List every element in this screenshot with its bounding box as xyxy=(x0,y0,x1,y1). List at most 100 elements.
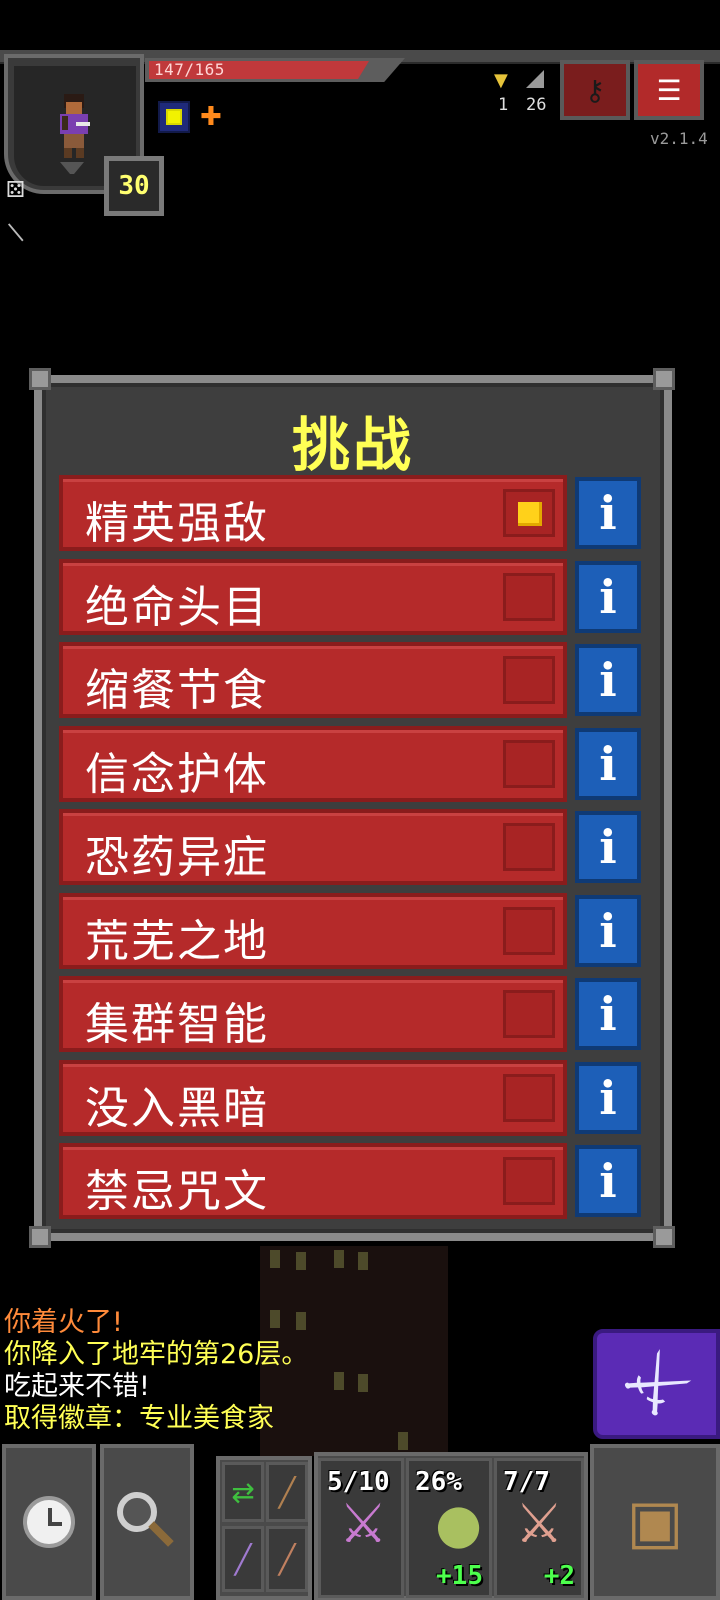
window-corner xyxy=(653,1226,675,1248)
info-button[interactable]: i xyxy=(575,895,641,967)
window-corner xyxy=(653,368,675,390)
challenge-label: 恐药异症 xyxy=(85,832,269,883)
stairs-icon xyxy=(526,70,544,88)
challenge-label: 集群智能 xyxy=(85,999,269,1050)
grass-tile xyxy=(398,1432,408,1450)
info-button[interactable]: i xyxy=(575,477,641,549)
log-line: 取得徽章：专业美食家 xyxy=(4,1403,274,1434)
log-line: 你着火了! xyxy=(4,1307,123,1338)
grass-tile xyxy=(296,1252,306,1270)
quickslot-1[interactable]: 5/10 ⚔ xyxy=(318,1458,404,1598)
backpack-icon: ▣ xyxy=(626,1487,684,1557)
window-corner xyxy=(29,368,51,390)
challenge-checkbox[interactable] xyxy=(503,1074,555,1122)
quickslot-2-bonus: +15 xyxy=(436,1561,483,1591)
quickslot-3[interactable]: 7/7 ⚔ +2 xyxy=(494,1458,584,1598)
grass-tile xyxy=(334,1250,344,1268)
challenge-label: 缩餐节食 xyxy=(85,665,269,716)
keys-count: 1 xyxy=(498,95,509,115)
clock-icon xyxy=(23,1496,75,1548)
info-icon: i xyxy=(599,486,617,540)
info-button[interactable]: i xyxy=(575,978,641,1050)
challenge-label: 没入黑暗 xyxy=(85,1083,269,1134)
backpack-button[interactable]: ▣ xyxy=(590,1444,720,1600)
search-button[interactable] xyxy=(100,1444,194,1600)
busy-indicator-icon xyxy=(60,162,84,180)
trophy-icon: ▼ xyxy=(494,70,508,91)
challenge-row[interactable]: 缩餐节食 xyxy=(59,642,567,718)
sword-icon: ⚔ xyxy=(515,1492,564,1555)
info-button[interactable]: i xyxy=(575,811,641,883)
challenge-label: 绝命头目 xyxy=(85,582,269,633)
menu-icon: ☰ xyxy=(656,73,682,107)
dice-icon[interactable]: ⚄ xyxy=(6,178,32,204)
info-icon: i xyxy=(599,653,617,707)
challenge-label: 荒芜之地 xyxy=(85,916,269,967)
window-corner xyxy=(29,1226,51,1248)
challenge-row[interactable]: 集群智能 xyxy=(59,976,567,1052)
info-button[interactable]: i xyxy=(575,1145,641,1217)
challenge-checkbox[interactable] xyxy=(503,656,555,704)
challenge-row[interactable]: 禁忌咒文 xyxy=(59,1143,567,1219)
grass-tile xyxy=(334,1372,344,1390)
info-button[interactable]: i xyxy=(575,561,641,633)
log-line: 你降入了地牢的第26层。 xyxy=(4,1339,309,1370)
info-icon: i xyxy=(599,904,617,958)
challenge-row[interactable]: 精英强敌 xyxy=(59,475,567,551)
challenge-label: 信念护体 xyxy=(85,749,269,800)
hero-sprite xyxy=(60,94,90,158)
info-icon: i xyxy=(599,987,617,1041)
wait-button[interactable] xyxy=(2,1444,96,1600)
sword-icon: ⚔ xyxy=(339,1492,388,1555)
info-icon: i xyxy=(599,1071,617,1125)
challenge-row[interactable]: 信念护体 xyxy=(59,726,567,802)
info-icon: i xyxy=(599,737,617,791)
magnifier-icon xyxy=(117,1492,177,1552)
buff-fire-icon[interactable]: ✚ xyxy=(200,104,222,130)
hp-text: 147/165 xyxy=(154,60,225,79)
version-label: v2.1.4 xyxy=(650,129,708,148)
challenge-checkbox[interactable] xyxy=(503,740,555,788)
challenge-row[interactable]: 恐药异症 xyxy=(59,809,567,885)
swap-icon[interactable]: ⇄ xyxy=(222,1462,264,1522)
window-title: 挑战 xyxy=(291,411,414,479)
buff-light-icon[interactable] xyxy=(158,101,190,133)
info-button[interactable]: i xyxy=(575,728,641,800)
log-line: 吃起来不错! xyxy=(4,1371,150,1402)
info-button[interactable]: i xyxy=(575,1062,641,1134)
challenge-row[interactable]: 绝命头目 xyxy=(59,559,567,635)
wand-icon[interactable]: ╱ xyxy=(266,1462,308,1522)
challenge-checkbox[interactable] xyxy=(503,823,555,871)
grass-tile xyxy=(270,1310,280,1328)
challenge-label: 禁忌咒文 xyxy=(85,1166,269,1217)
feather-icon[interactable]: ❘ xyxy=(0,214,34,248)
info-icon: i xyxy=(599,820,617,874)
challenge-checkbox[interactable] xyxy=(503,489,555,537)
key-icon: ⚷ xyxy=(584,73,606,107)
grass-tile xyxy=(358,1252,368,1270)
ring-icon: ● xyxy=(435,1492,483,1555)
info-icon: i xyxy=(599,570,617,624)
challenge-checkbox[interactable] xyxy=(503,1157,555,1205)
hero-level-badge: 30 xyxy=(104,156,164,216)
challenge-checkbox[interactable] xyxy=(503,907,555,955)
challenge-label: 精英强敌 xyxy=(85,498,269,549)
depth-count: 26 xyxy=(526,95,547,115)
grass-tile xyxy=(270,1250,280,1268)
info-button[interactable]: i xyxy=(575,644,641,716)
challenge-checkbox[interactable] xyxy=(503,573,555,621)
sword-icon: ⚔ xyxy=(605,1332,708,1436)
quickslot-2[interactable]: 26% ● +15 xyxy=(406,1458,492,1598)
challenge-checkbox[interactable] xyxy=(503,990,555,1038)
wand-icon[interactable]: ╱ xyxy=(266,1526,308,1592)
grass-tile xyxy=(296,1312,306,1330)
quickslot-3-bonus: +2 xyxy=(543,1561,575,1591)
staff-icon[interactable]: ╱ xyxy=(222,1526,264,1592)
challenge-row[interactable]: 荒芜之地 xyxy=(59,893,567,969)
menu-button[interactable]: ☰ xyxy=(634,60,704,120)
info-icon: i xyxy=(599,1154,617,1208)
journal-button[interactable]: ⚷ xyxy=(560,60,630,120)
challenge-row[interactable]: 没入黑暗 xyxy=(59,1060,567,1136)
attack-button[interactable]: ⚔ xyxy=(593,1329,720,1439)
grass-tile xyxy=(358,1374,368,1392)
